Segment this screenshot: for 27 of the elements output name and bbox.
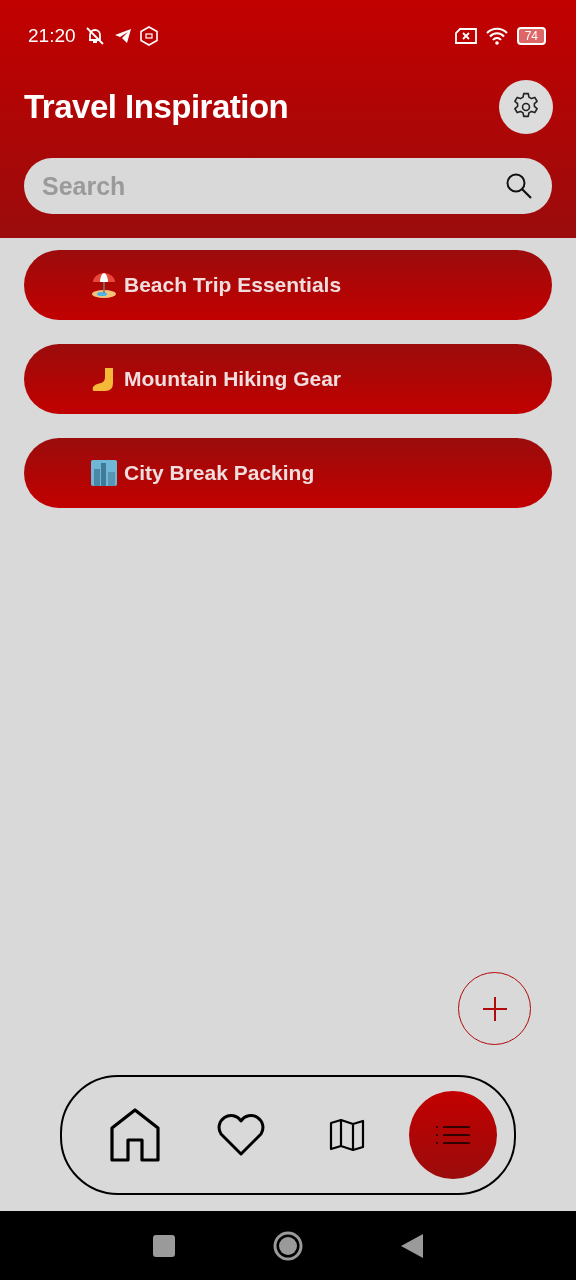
list-card[interactable]: Beach Trip Essentials <box>24 250 552 320</box>
beach-umbrella-icon <box>90 271 118 299</box>
search-icon <box>504 171 534 201</box>
heart-icon <box>216 1113 266 1157</box>
plus-icon <box>481 995 508 1022</box>
list-card[interactable]: Mountain Hiking Gear <box>24 344 552 414</box>
map-icon <box>329 1118 365 1152</box>
status-time: 21:20 <box>28 25 76 47</box>
settings-button[interactable] <box>499 80 553 134</box>
city-icon <box>90 459 118 487</box>
list-icon <box>435 1124 471 1146</box>
list-title: Mountain Hiking Gear <box>124 367 341 391</box>
muted-bell-icon <box>83 26 106 46</box>
list-title: Beach Trip Essentials <box>124 273 342 297</box>
back-icon[interactable] <box>401 1233 423 1258</box>
list-title: City Break Packing <box>124 461 315 485</box>
wifi-icon <box>484 27 509 45</box>
battery-indicator: 74 <box>516 27 546 45</box>
list-card[interactable]: City Break Packing <box>24 438 552 508</box>
home-circle-icon[interactable] <box>273 1230 303 1261</box>
home-icon <box>109 1108 161 1162</box>
recents-icon[interactable] <box>153 1234 175 1257</box>
hexagon-icon <box>139 26 158 46</box>
paper-plane-icon <box>113 28 132 44</box>
page-title: Travel Inspiration <box>24 88 289 126</box>
search-field[interactable]: Search <box>24 158 552 214</box>
sim-error-icon <box>454 28 477 44</box>
